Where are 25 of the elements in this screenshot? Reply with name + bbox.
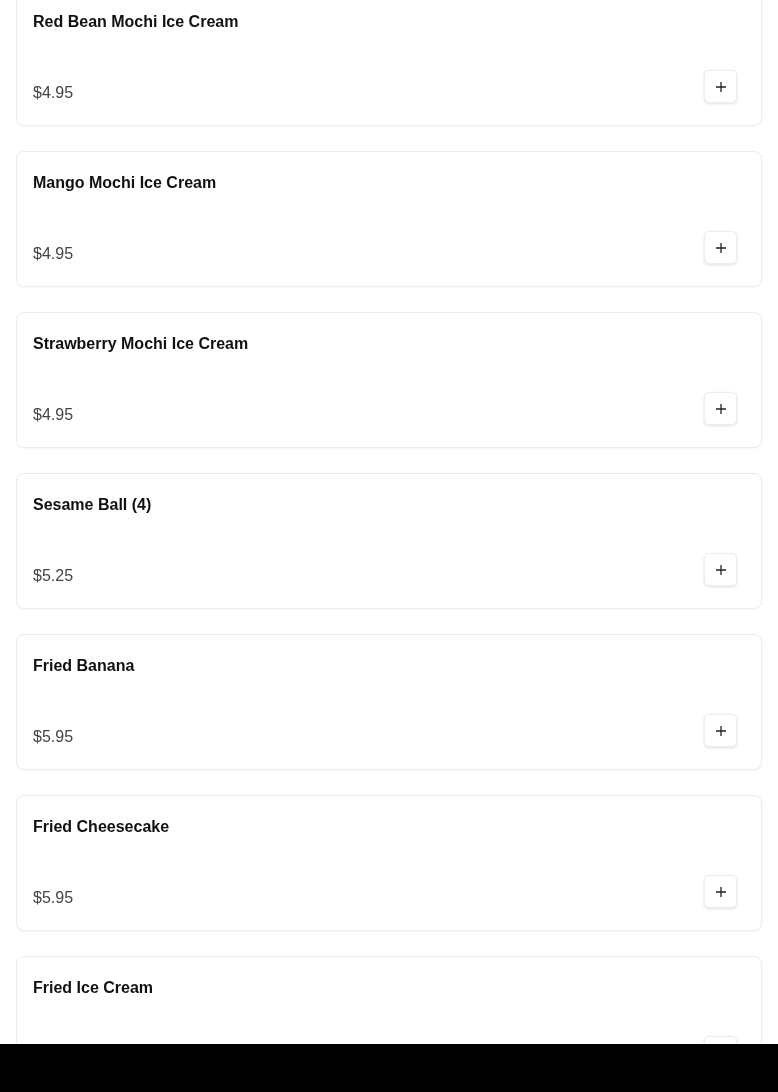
add-button[interactable] — [704, 714, 737, 747]
item-name: Fried Banana — [33, 656, 135, 676]
item-price: $5.95 — [33, 727, 74, 747]
plus-icon — [715, 886, 726, 897]
item-price: $4.95 — [33, 244, 74, 264]
plus-icon — [715, 242, 726, 253]
item-price: $4.95 — [33, 405, 74, 425]
add-button[interactable] — [704, 392, 737, 425]
item-price: $5.95 — [33, 888, 74, 908]
item-name: Mango Mochi Ice Cream — [33, 173, 217, 193]
item-name: Strawberry Mochi Ice Cream — [33, 334, 249, 354]
item-price: $5.25 — [33, 566, 74, 586]
add-button[interactable] — [704, 231, 737, 264]
plus-icon — [715, 725, 726, 736]
item-price: $4.95 — [33, 83, 74, 103]
item-name: Fried Cheesecake — [33, 817, 170, 837]
item-name: Sesame Ball (4) — [33, 495, 152, 515]
item-name: Fried Ice Cream — [33, 978, 154, 998]
add-button[interactable] — [704, 553, 737, 586]
item-name: Red Bean Mochi Ice Cream — [33, 12, 239, 32]
add-button[interactable] — [704, 875, 737, 908]
plus-icon — [715, 564, 726, 575]
plus-icon — [715, 403, 726, 414]
add-button[interactable] — [704, 70, 737, 103]
plus-icon — [715, 81, 726, 92]
